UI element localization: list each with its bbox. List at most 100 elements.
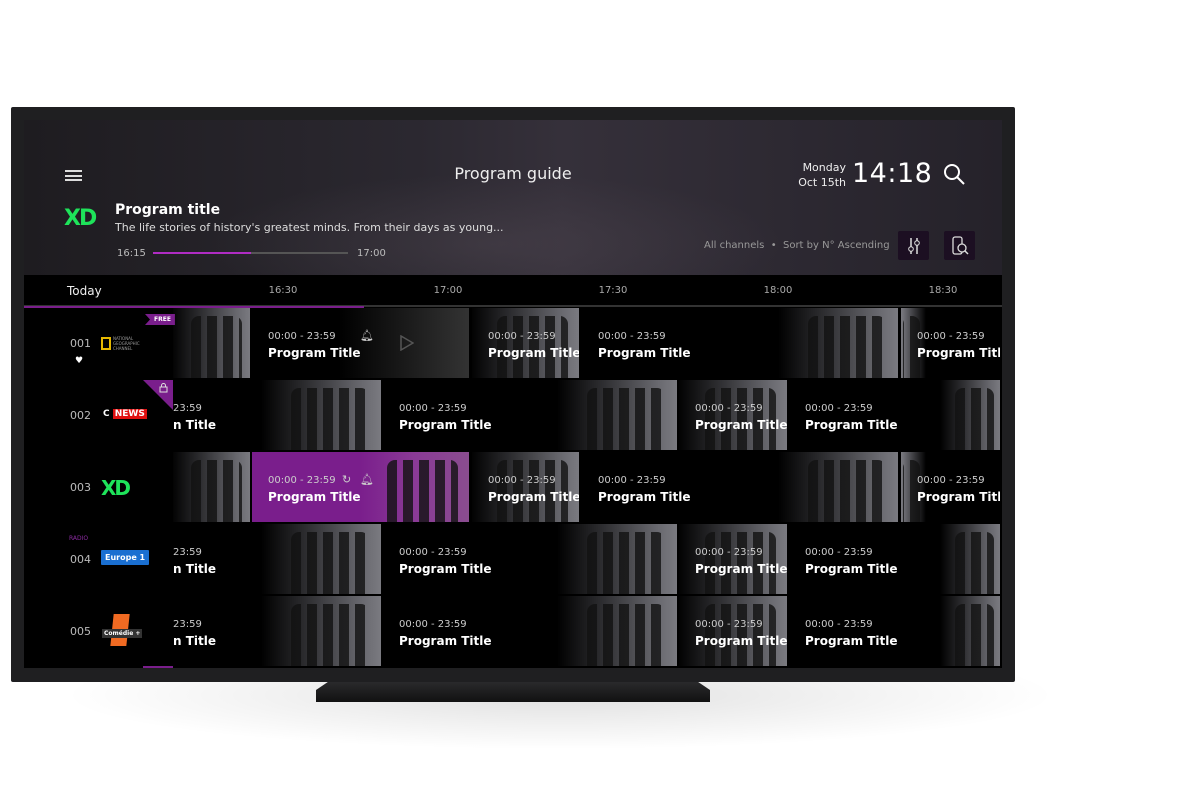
program-thumbnail bbox=[261, 380, 381, 450]
program-thumbnail bbox=[901, 308, 926, 378]
remote-search-icon bbox=[951, 235, 969, 255]
channel-logo-natgeo: NATIONAL GEOGRAPHIC CHANNEL bbox=[101, 336, 147, 351]
program-title: Program Title bbox=[488, 490, 579, 504]
program-title: Program Title bbox=[598, 346, 691, 360]
program-cell[interactable]: 00:00 - 23:59 Program Title bbox=[789, 596, 1000, 666]
restart-icon[interactable]: ↻ bbox=[342, 473, 351, 486]
program-thumbnail bbox=[679, 380, 787, 450]
program-cell[interactable]: 00:00 - 23:59 Program Title bbox=[383, 524, 677, 594]
channel-filter[interactable]: All channels bbox=[704, 240, 764, 251]
program-cell[interactable]: 00:00 - 23:59 Program Title bbox=[582, 308, 898, 378]
today-label: Today bbox=[67, 284, 102, 298]
program-title: Program Title bbox=[805, 562, 898, 576]
bell-icon[interactable]: 🔔︎ bbox=[360, 329, 374, 342]
time-tick: 17:00 bbox=[433, 285, 463, 296]
program-time: 00:00 - 23:59 bbox=[917, 475, 985, 486]
program-time: 00:00 - 23:59 bbox=[695, 619, 763, 630]
channel-number: 004 bbox=[70, 553, 91, 566]
program-time: 00:00 - 23:59 bbox=[695, 547, 763, 558]
featured-program-title: Program title bbox=[115, 202, 221, 218]
program-title: n Title bbox=[173, 562, 217, 576]
program-title: n Title bbox=[173, 634, 217, 648]
program-cell[interactable]: 00:00 - 23:59 Program Title bbox=[679, 524, 787, 594]
program-thumbnail bbox=[679, 596, 787, 666]
program-cell[interactable]: 00:00 - 23:59 Program Title bbox=[679, 596, 787, 666]
channel-info[interactable]: 002 C NEWS bbox=[24, 380, 173, 450]
channel-info[interactable]: 001 NATIONAL GEOGRAPHIC CHANNEL ♥ FREE ! bbox=[24, 308, 175, 378]
program-thumbnail bbox=[472, 452, 579, 522]
date-label: Oct 15th bbox=[798, 176, 846, 189]
program-title: Program Title bbox=[695, 634, 787, 648]
program-time: 00:00 - 23:59 bbox=[805, 547, 873, 558]
program-time: 00:00 - 23:59 bbox=[268, 331, 336, 342]
program-time: 00:00 - 23:59 bbox=[399, 547, 467, 558]
program-thumbnail bbox=[261, 524, 381, 594]
program-thumbnail bbox=[901, 452, 926, 522]
time-tick: 16:30 bbox=[268, 285, 298, 296]
program-cell[interactable]: 00:00 - 23:59 Program Title bbox=[472, 452, 579, 522]
featured-channel-logo: XD bbox=[64, 206, 97, 231]
channel-info[interactable]: 003 XD bbox=[24, 452, 173, 522]
program-cell[interactable]: 00:00 - 23:59 Program Title bbox=[901, 452, 1000, 522]
featured-progress-bar bbox=[153, 252, 348, 254]
program-time: 00:00 - 23:59 bbox=[399, 403, 467, 414]
channel-row: 23:59 n Title 00:00 - 23:59 Program Title 00… bbox=[24, 380, 1002, 450]
program-cell[interactable]: 00:00 - 23:59 Program Title bbox=[789, 380, 1000, 450]
time-tick: 17:30 bbox=[598, 285, 628, 296]
channel-row: 00:00 - 23:59 Program Title ↻ 🔔︎ 00:00 - 23:… bbox=[24, 452, 1002, 522]
play-icon[interactable] bbox=[400, 335, 414, 351]
search-icon[interactable] bbox=[942, 162, 966, 186]
program-cell[interactable]: 00:00 - 23:59 Program Title ↻ 🔔︎ bbox=[252, 452, 469, 522]
heart-icon[interactable]: ♥ bbox=[75, 356, 83, 366]
bell-icon[interactable]: 🔔︎ bbox=[360, 473, 374, 486]
program-cell[interactable] bbox=[173, 308, 250, 378]
channel-row: 23:59 n Title 00:00 - 23:59 Program Title 00… bbox=[24, 524, 1002, 594]
tv-screen: Program guide Monday Oct 15th 14:18 XD Pr… bbox=[24, 120, 1002, 668]
program-cell[interactable]: 00:00 - 23:59 Program Title bbox=[901, 308, 1000, 378]
channel-logo-europe1: Europe 1 bbox=[101, 550, 150, 565]
program-thumbnail bbox=[557, 596, 677, 666]
program-time: 00:00 - 23:59 bbox=[598, 331, 666, 342]
program-time: 00:00 - 23:59 bbox=[805, 403, 873, 414]
featured-program-description: The life stories of history's greatest m… bbox=[115, 221, 504, 234]
program-title: Program Title bbox=[598, 490, 691, 504]
program-cell[interactable]: 00:00 - 23:59 Program Title 🔔︎ bbox=[252, 308, 469, 378]
sliders-icon bbox=[907, 237, 920, 254]
program-title: Program Title bbox=[805, 418, 898, 432]
program-thumbnail bbox=[679, 524, 787, 594]
filter-settings-button[interactable] bbox=[898, 231, 929, 260]
filter-summary[interactable]: All channels • Sort by N° Ascending bbox=[704, 240, 890, 251]
program-title: Program Title bbox=[917, 490, 1000, 504]
program-time: 00:00 - 23:59 bbox=[488, 475, 556, 486]
sort-order[interactable]: Sort by N° Ascending bbox=[783, 240, 890, 251]
program-cell[interactable]: 23:59 n Title bbox=[173, 380, 381, 450]
program-thumbnail bbox=[359, 452, 469, 522]
program-cell[interactable]: 23:59 n Title bbox=[173, 596, 381, 666]
featured-end-time: 17:00 bbox=[357, 248, 386, 259]
program-time: 00:00 - 23:59 bbox=[917, 331, 985, 342]
program-cell[interactable] bbox=[173, 452, 250, 522]
radio-label: RADIO bbox=[69, 535, 89, 542]
program-thumbnail bbox=[940, 524, 1000, 594]
date: Monday Oct 15th bbox=[794, 160, 846, 190]
program-time: 00:00 - 23:59 bbox=[695, 403, 763, 414]
channel-info[interactable]: 004 Europe 1 RADIO bbox=[24, 524, 173, 594]
program-cell[interactable]: 00:00 - 23:59 Program Title bbox=[679, 380, 787, 450]
channel-info[interactable]: 005 Comédie + bbox=[24, 596, 173, 666]
separator: • bbox=[770, 240, 777, 251]
featured-start-time: 16:15 bbox=[117, 248, 146, 259]
locked-badge bbox=[143, 380, 173, 410]
program-time: 23:59 bbox=[173, 619, 202, 630]
remote-search-button[interactable] bbox=[944, 231, 975, 260]
program-cell[interactable]: 00:00 - 23:59 Program Title bbox=[789, 524, 1000, 594]
program-thumbnail bbox=[557, 380, 677, 450]
timeline-bar bbox=[24, 275, 1002, 307]
program-cell[interactable]: 23:59 n Title bbox=[173, 524, 381, 594]
program-cell[interactable]: 00:00 - 23:59 Program Title bbox=[582, 452, 898, 522]
time-tick: 18:30 bbox=[928, 285, 958, 296]
program-title: Program Title bbox=[805, 634, 898, 648]
program-cell[interactable]: 00:00 - 23:59 Program Title bbox=[472, 308, 579, 378]
tv-stand bbox=[316, 682, 710, 702]
program-cell[interactable]: 00:00 - 23:59 Program Title bbox=[383, 380, 677, 450]
program-cell[interactable]: 00:00 - 23:59 Program Title bbox=[383, 596, 677, 666]
